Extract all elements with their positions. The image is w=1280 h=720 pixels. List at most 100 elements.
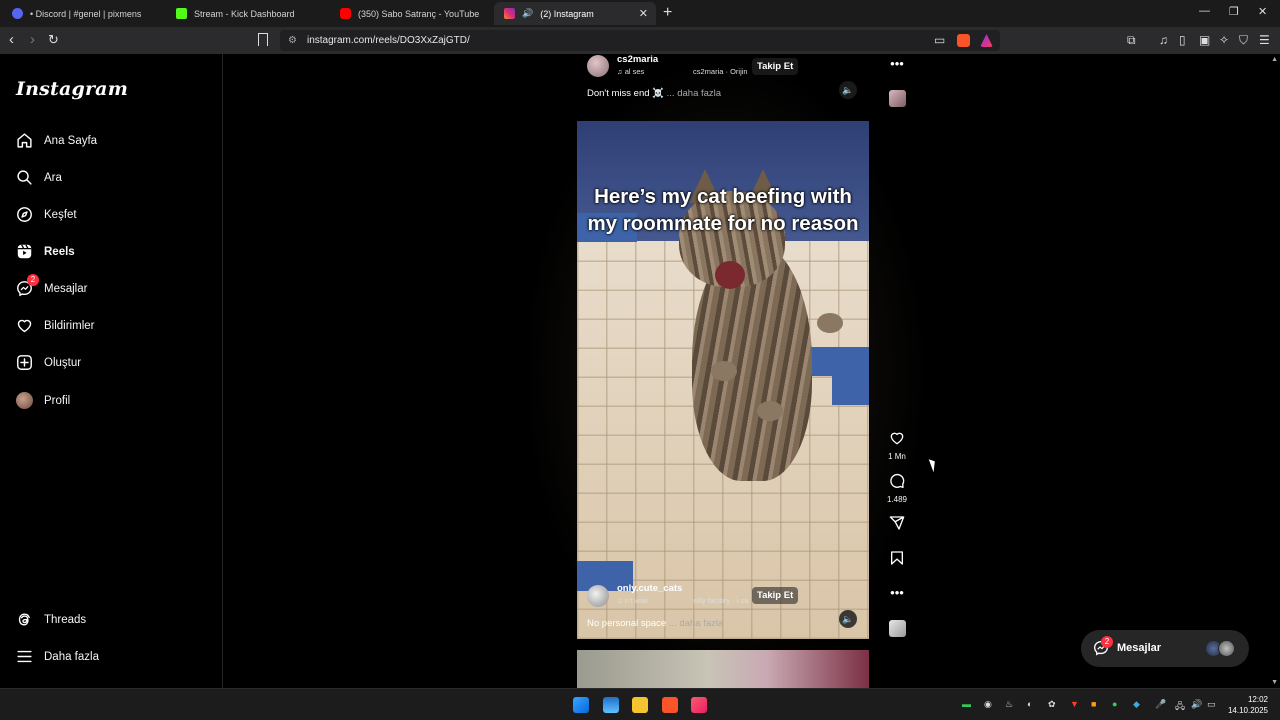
- close-window-button[interactable]: ✕: [1258, 5, 1267, 18]
- notification-badge: 2: [27, 274, 39, 286]
- tab-discord[interactable]: • Discord | #genel | pixmens: [2, 2, 162, 25]
- sidebar-item-search[interactable]: Ara: [16, 169, 62, 186]
- sidebar-item-explore[interactable]: Keşfet: [16, 206, 77, 223]
- sidebar-item-label: Threads: [44, 613, 87, 626]
- avatar[interactable]: [587, 55, 609, 77]
- forward-button[interactable]: ›: [30, 31, 35, 48]
- bookmark-icon[interactable]: [258, 33, 268, 46]
- sidebar-item-label: Bildirimler: [44, 319, 95, 332]
- cast-icon[interactable]: ▭: [934, 33, 945, 47]
- cat-paw: [757, 401, 783, 421]
- tab-label: (350) Sabo Satranç - YouTube: [358, 8, 480, 19]
- sidebar-item-threads[interactable]: Threads: [16, 611, 86, 628]
- tray-app-icon[interactable]: ▼: [1070, 699, 1079, 709]
- system-clock[interactable]: 12:02 14.10.2025: [1228, 694, 1268, 716]
- next-reel-preview[interactable]: [577, 650, 869, 688]
- original-audio[interactable]: silly factory · i ca: [693, 596, 750, 605]
- file-explorer-icon[interactable]: [632, 697, 648, 713]
- screenshot-icon[interactable]: ⧉: [1127, 33, 1136, 48]
- tab-instagram[interactable]: 🔊 (2) Instagram ✕: [494, 2, 656, 25]
- sidebar-item-create[interactable]: Oluştur: [16, 354, 81, 371]
- sidebar-item-reels[interactable]: Reels: [16, 243, 75, 260]
- tab-youtube[interactable]: (350) Sabo Satranç - YouTube: [330, 2, 490, 25]
- like-button[interactable]: 1 Mn: [884, 430, 910, 461]
- messages-pill[interactable]: 2 Mesajlar: [1081, 630, 1249, 667]
- reel-audio[interactable]: ♫ al ses: [617, 67, 644, 76]
- more-link[interactable]: ... daha fazla: [667, 88, 721, 99]
- more-options-icon[interactable]: •••: [884, 56, 910, 71]
- widgets-icon[interactable]: [603, 697, 619, 713]
- battery-icon[interactable]: ▭: [1207, 699, 1216, 710]
- tray-app-icon[interactable]: ◉: [984, 699, 992, 710]
- tray-app-icon[interactable]: ◐: [1027, 699, 1032, 709]
- brave-shields-icon[interactable]: [957, 34, 970, 47]
- scroll-down-icon[interactable]: ▼: [1271, 679, 1278, 686]
- threads-icon: [18, 613, 30, 626]
- page-scrollbar[interactable]: ▲ ▼: [1270, 54, 1280, 688]
- save-button[interactable]: [884, 550, 910, 571]
- sidebar-item-messages[interactable]: 2 Mesajlar: [16, 274, 87, 297]
- follow-button[interactable]: Takip Et: [752, 587, 799, 604]
- tab-kick[interactable]: Stream - Kick Dashboard: [166, 2, 326, 25]
- sidebar-toggle-icon[interactable]: ▯: [1179, 33, 1186, 47]
- more-link[interactable]: ... daha fazla: [669, 618, 723, 629]
- reel-video[interactable]: Here’s my cat beefing with my roommate f…: [577, 121, 869, 639]
- url-text: instagram.com/reels/DO3XxZajGTD/: [306, 35, 470, 46]
- more-options-icon[interactable]: •••: [884, 585, 910, 600]
- search-icon: [17, 170, 32, 185]
- mute-toggle-icon[interactable]: 🔈: [839, 81, 857, 99]
- tray-app-icon[interactable]: ▬: [962, 699, 971, 709]
- reel-username[interactable]: only.cute_cats: [617, 583, 682, 594]
- cat-mouth: [715, 261, 745, 289]
- reel-audio[interactable]: ♫ n't wait: [617, 596, 648, 605]
- sidebar-item-home[interactable]: Ana Sayfa: [16, 132, 97, 149]
- menu-icon[interactable]: ☰: [1259, 33, 1270, 47]
- tray-app-icon[interactable]: ◆: [1133, 699, 1140, 710]
- brave-browser-icon[interactable]: [662, 697, 678, 713]
- audio-thumbnail[interactable]: [889, 620, 906, 637]
- follow-button[interactable]: Takip Et: [752, 58, 799, 75]
- sidebar-item-more[interactable]: Daha fazla: [16, 648, 99, 665]
- music-icon[interactable]: ♫: [1159, 33, 1168, 47]
- mouse-cursor: [928, 457, 939, 473]
- sidebar-item-notifications[interactable]: Bildirimler: [16, 317, 94, 334]
- address-bar[interactable]: ⚙ instagram.com/reels/DO3XxZajGTD/: [280, 30, 1000, 51]
- sidebar-item-profile[interactable]: Profil: [16, 392, 70, 409]
- heart-icon: [890, 432, 904, 445]
- wallet-icon[interactable]: ▣: [1199, 33, 1210, 47]
- audio-thumbnail[interactable]: [889, 90, 906, 107]
- blue-tile: [832, 376, 869, 405]
- caption-text: No personal space: [587, 618, 667, 629]
- tray-app-icon[interactable]: ✿: [1048, 699, 1056, 710]
- minimize-button[interactable]: —: [1199, 5, 1210, 17]
- explore-icon: [17, 207, 32, 222]
- music-app-icon[interactable]: [691, 697, 707, 713]
- tray-app-icon[interactable]: ■: [1091, 699, 1096, 709]
- back-button[interactable]: ‹: [9, 31, 14, 48]
- close-tab-icon[interactable]: ✕: [639, 7, 648, 20]
- share-button[interactable]: [884, 515, 910, 536]
- tray-app-icon[interactable]: ●: [1112, 699, 1117, 709]
- original-audio[interactable]: cs2maria · Orijin: [693, 67, 751, 76]
- reload-button[interactable]: ↻: [48, 32, 59, 48]
- scroll-up-icon[interactable]: ▲: [1271, 56, 1278, 63]
- new-tab-button[interactable]: +: [663, 4, 672, 22]
- maximize-button[interactable]: ❐: [1229, 5, 1239, 18]
- microphone-icon[interactable]: 🎤: [1155, 699, 1166, 710]
- reel-username[interactable]: cs2maria: [617, 54, 658, 65]
- volume-icon[interactable]: 🔊: [1191, 699, 1202, 710]
- steam-icon[interactable]: ♨: [1005, 699, 1013, 710]
- vpn-shield-icon[interactable]: ⛉: [1239, 33, 1248, 48]
- comment-button[interactable]: 1.489: [884, 473, 910, 504]
- site-info-icon[interactable]: ⚙: [288, 35, 297, 46]
- instagram-logo[interactable]: Instagram: [16, 78, 128, 100]
- leo-ai-icon[interactable]: ✧: [1219, 33, 1229, 47]
- avatar[interactable]: [587, 585, 609, 607]
- network-icon[interactable]: 🖧: [1175, 699, 1185, 715]
- cat-paw: [711, 361, 737, 381]
- start-icon[interactable]: [573, 697, 589, 713]
- mute-toggle-icon[interactable]: 🔈: [839, 610, 857, 628]
- avatar: [16, 392, 33, 409]
- audio-playing-icon[interactable]: 🔊: [522, 8, 533, 19]
- clock-time: 12:02: [1247, 695, 1268, 704]
